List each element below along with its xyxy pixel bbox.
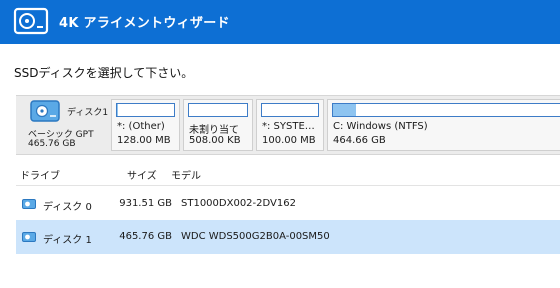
- partition-label: *: (Other): [117, 121, 165, 132]
- disk-size: 465.76 GB: [28, 139, 76, 149]
- partition-usage-bar: [188, 103, 248, 117]
- drive-name: ディスク 1: [43, 235, 92, 246]
- partition-usage-bar: [116, 103, 175, 117]
- partition-size: 100.00 MB: [262, 135, 316, 146]
- partition-other[interactable]: *: (Other) 128.00 MB: [111, 99, 180, 151]
- table-row[interactable]: ディスク 0 931.51 GB ST1000DX002-2DV162: [16, 187, 560, 221]
- disk-drive-icon: [13, 7, 49, 35]
- disk-info: ディスク1 ベーシック GPT 465.76 GB: [16, 96, 108, 154]
- partition-usage-bar: [332, 103, 560, 117]
- disk-map: ディスク1 ベーシック GPT 465.76 GB *: (Other) 128…: [16, 95, 560, 155]
- table-row[interactable]: ディスク 1 465.76 GB WDC WDS500G2B0A-00SM50: [16, 220, 560, 254]
- drive-model: ST1000DX002-2DV162: [181, 198, 296, 209]
- disk-name: ディスク1: [67, 108, 109, 118]
- partition-label: 未割り当て: [189, 125, 239, 136]
- table-header: ドライブ サイズ モデル: [16, 161, 560, 186]
- column-header-drive[interactable]: ドライブ: [20, 167, 60, 182]
- drive-table: ドライブ サイズ モデル ディスク 0 931.51 GB ST1000DX00…: [16, 161, 560, 288]
- partition-size: 128.00 MB: [117, 135, 171, 146]
- drive-size: 931.51 GB: [119, 198, 172, 209]
- partition-label: C: Windows (NTFS): [333, 121, 428, 132]
- partition-size: 464.66 GB: [333, 135, 386, 146]
- title-bar: 4K アライメントウィザード: [0, 0, 560, 44]
- disk-drive-icon: [22, 199, 36, 209]
- drive-name: ディスク 0: [43, 202, 92, 213]
- disk-drive-icon: [22, 232, 36, 242]
- partition-system[interactable]: *: SYSTE… 100.00 MB: [256, 99, 324, 151]
- instruction-text: SSDディスクを選択して下さい。: [14, 66, 194, 80]
- partition-label: *: SYSTE…: [262, 121, 315, 132]
- partition-windows[interactable]: C: Windows (NTFS) 464.66 GB: [327, 99, 560, 151]
- drive-model: WDC WDS500G2B0A-00SM50: [181, 231, 330, 242]
- column-header-model[interactable]: モデル: [171, 167, 201, 182]
- disk-drive-icon: [30, 100, 60, 122]
- partition-size: 508.00 KB: [189, 135, 241, 146]
- window-title: 4K アライメントウィザード: [59, 16, 230, 31]
- column-header-size[interactable]: サイズ: [127, 167, 157, 182]
- drive-size: 465.76 GB: [119, 231, 172, 242]
- partition-usage-bar: [261, 103, 319, 117]
- partition-unallocated[interactable]: 未割り当て 508.00 KB: [183, 99, 253, 151]
